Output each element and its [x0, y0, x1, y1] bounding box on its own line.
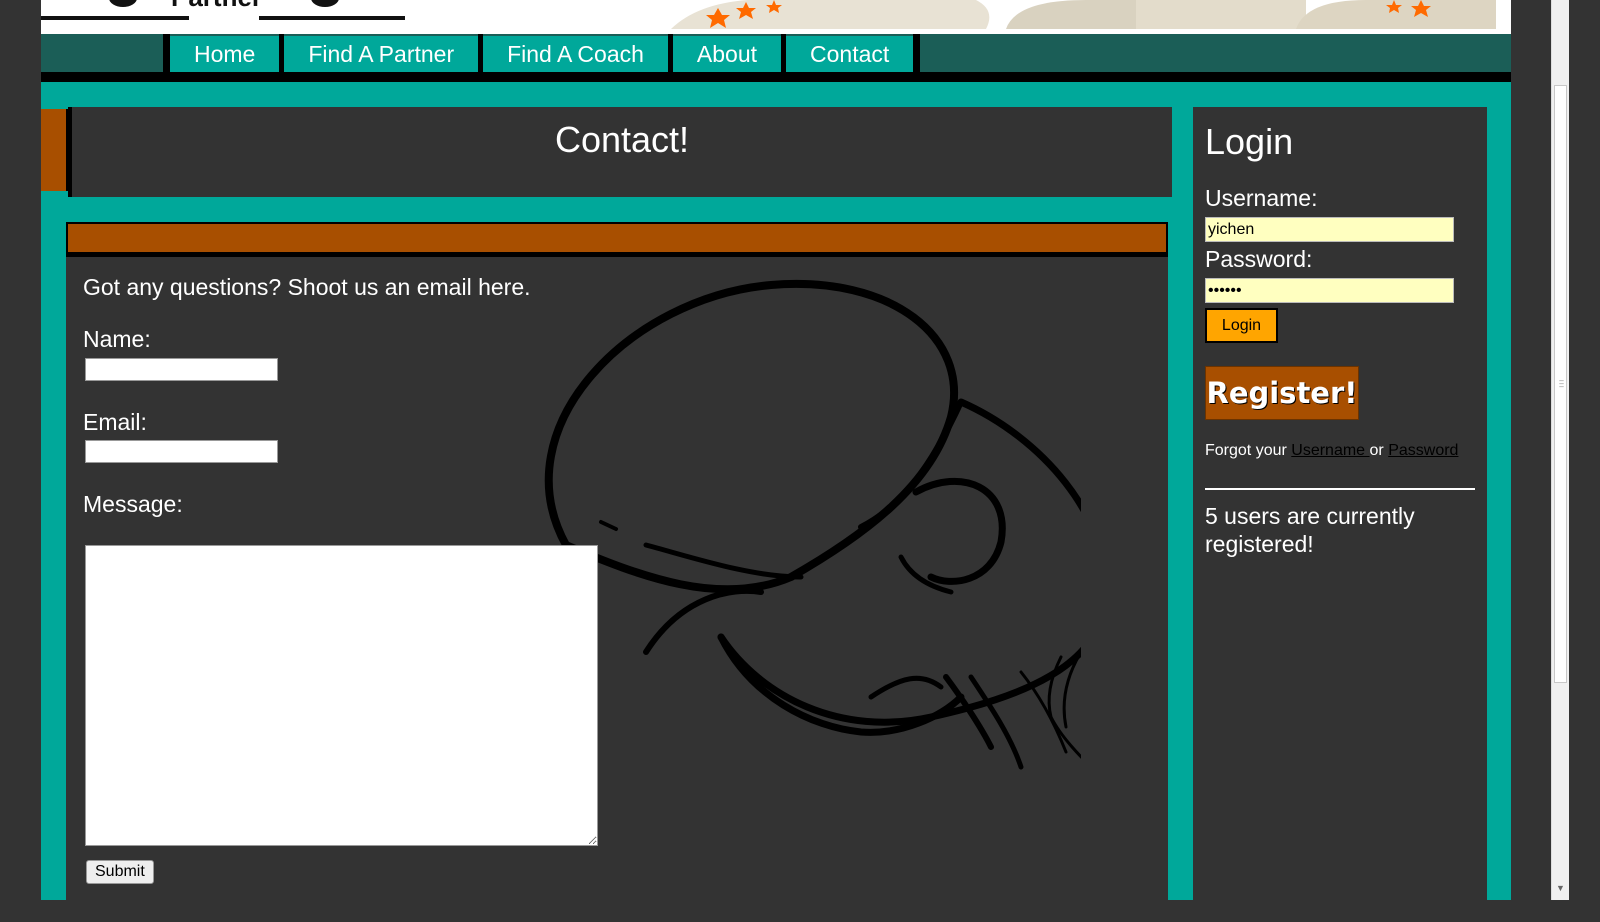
- nav-about[interactable]: About: [672, 34, 782, 72]
- username-label: Username:: [1205, 185, 1318, 211]
- site-logo[interactable]: Partner: [41, 0, 421, 26]
- nav-home[interactable]: Home: [170, 34, 280, 72]
- email-field[interactable]: [85, 440, 278, 463]
- username-field[interactable]: [1205, 217, 1454, 242]
- submit-button[interactable]: Submit: [86, 860, 154, 884]
- scroll-down-arrow-icon[interactable]: ▼: [1554, 883, 1567, 898]
- ping-pong-paddle-illustration: [544, 279, 1081, 770]
- email-label: Email:: [83, 409, 147, 435]
- banner-photo: [666, 0, 1501, 29]
- registered-users-count: 5 users are currently registered!: [1205, 503, 1415, 557]
- login-title: Login: [1205, 121, 1294, 162]
- intro-text: Got any questions? Shoot us an email her…: [83, 274, 531, 300]
- login-sidebar: Login Username: Password: Login Register…: [1193, 107, 1487, 907]
- page-title: Contact!: [554, 119, 690, 160]
- password-label: Password:: [1205, 246, 1313, 272]
- login-button[interactable]: Login: [1205, 308, 1278, 343]
- scrollbar-thumb[interactable]: ‒ ‒ ‒: [1554, 85, 1567, 683]
- name-label: Name:: [83, 326, 151, 352]
- sidebar-divider: [1205, 488, 1475, 490]
- forgot-username-link[interactable]: Username: [1291, 442, 1369, 459]
- name-field[interactable]: [85, 358, 278, 381]
- message-field[interactable]: [85, 545, 598, 846]
- title-card: Contact!: [68, 107, 1172, 197]
- nav-find-a-coach[interactable]: Find A Coach: [483, 34, 668, 72]
- message-label: Message:: [83, 491, 183, 517]
- title-accent: [41, 109, 69, 191]
- password-field[interactable]: [1205, 278, 1454, 303]
- nav-list: Home Find A Partner Find A Coach About C…: [168, 34, 921, 72]
- nav-contact[interactable]: Contact: [786, 34, 914, 72]
- content-header-bar: [66, 222, 1168, 257]
- nav-divider: [41, 72, 1511, 82]
- forgot-prefix: Forgot your: [1205, 442, 1292, 459]
- svg-text:Partner: Partner: [171, 0, 262, 12]
- vertical-scrollbar[interactable]: ‒ ‒ ‒ ▼: [1551, 0, 1569, 900]
- forgot-or: or: [1369, 442, 1389, 459]
- contact-panel: Got any questions? Shoot us an email her…: [66, 222, 1168, 922]
- nav-find-a-partner[interactable]: Find A Partner: [284, 34, 479, 72]
- nav-spacer: [41, 34, 168, 72]
- main-nav: Home Find A Partner Find A Coach About C…: [41, 34, 1511, 72]
- scrollbar-grip-icon: ‒ ‒ ‒: [1559, 376, 1564, 391]
- forgot-password-link[interactable]: Password: [1388, 442, 1458, 459]
- page-frame: Partner Home Find A Partner Find A Coach…: [41, 0, 1511, 922]
- forgot-credentials: Forgot your Username or Password: [1205, 442, 1458, 460]
- site-header: Partner: [41, 0, 1511, 34]
- register-button[interactable]: Register!: [1205, 366, 1359, 420]
